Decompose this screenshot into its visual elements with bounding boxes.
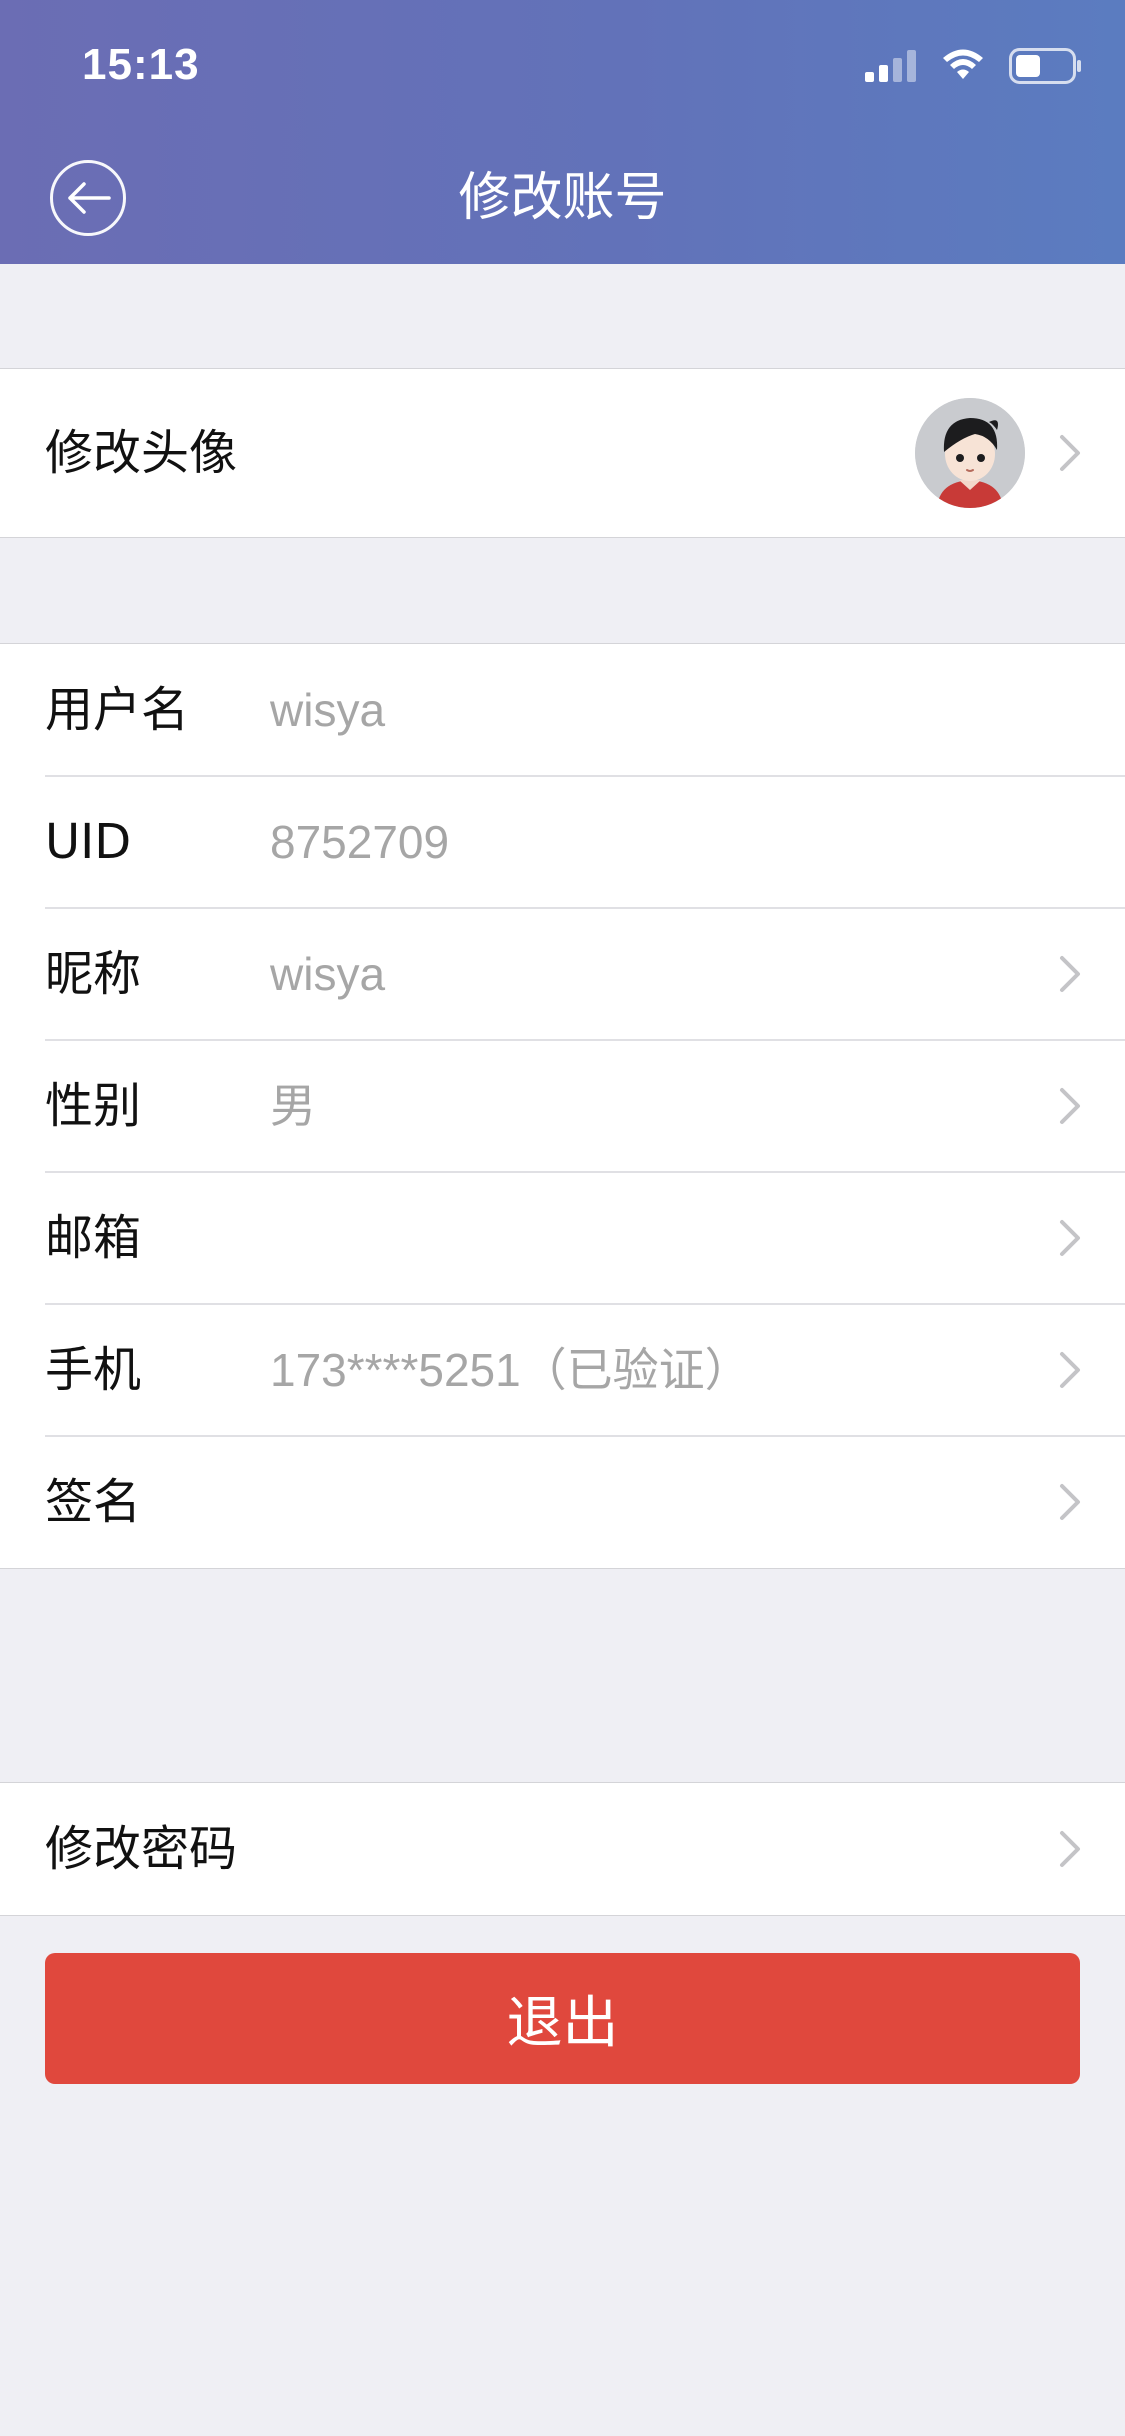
password-section: 修改密码 bbox=[0, 1782, 1125, 1916]
phone-row[interactable]: 手机 173****5251（已验证） bbox=[0, 1303, 1125, 1436]
uid-row: UID 8752709 bbox=[0, 775, 1125, 908]
chevron-right-icon bbox=[1060, 1831, 1080, 1867]
phone-value: 173****5251（已验证） bbox=[270, 1344, 751, 1396]
gender-label: 性别 bbox=[45, 1078, 142, 1134]
change-password-row[interactable]: 修改密码 bbox=[0, 1783, 1125, 1915]
signature-row[interactable]: 签名 bbox=[0, 1435, 1125, 1568]
chevron-right-icon bbox=[1060, 956, 1080, 992]
email-row[interactable]: 邮箱 bbox=[0, 1171, 1125, 1304]
nickname-value: wisya bbox=[270, 948, 386, 1000]
chevron-right-icon bbox=[1060, 1220, 1080, 1256]
chevron-right-icon bbox=[1060, 435, 1080, 471]
status-icons bbox=[865, 46, 1083, 86]
battery-icon bbox=[1009, 48, 1081, 84]
edit-avatar-row[interactable]: 修改头像 bbox=[0, 369, 1125, 537]
username-row: 用户名 wisya bbox=[0, 644, 1125, 776]
phone-label: 手机 bbox=[45, 1342, 142, 1398]
change-password-label: 修改密码 bbox=[45, 1821, 238, 1877]
gender-row[interactable]: 性别 男 bbox=[0, 1039, 1125, 1172]
email-label: 邮箱 bbox=[45, 1210, 142, 1266]
status-time: 15:13 bbox=[82, 40, 200, 89]
chevron-right-icon bbox=[1060, 1088, 1080, 1124]
page-title: 修改账号 bbox=[458, 168, 667, 228]
username-label: 用户名 bbox=[45, 682, 190, 738]
avatar[interactable] bbox=[915, 398, 1025, 508]
wifi-icon bbox=[943, 49, 983, 79]
nickname-label: 昵称 bbox=[45, 946, 142, 1002]
username-value: wisya bbox=[270, 684, 386, 736]
profile-section: 用户名 wisya UID 8752709 昵称 wisya 性别 男 邮箱 手… bbox=[0, 643, 1125, 1569]
uid-label: UID bbox=[45, 814, 132, 870]
nickname-row[interactable]: 昵称 wisya bbox=[0, 907, 1125, 1040]
signal-icon bbox=[865, 50, 916, 82]
chevron-right-icon bbox=[1060, 1484, 1080, 1520]
signature-label: 签名 bbox=[45, 1474, 142, 1530]
uid-value: 8752709 bbox=[270, 816, 450, 868]
navigation-header: 15:13 修改账号 bbox=[0, 0, 1125, 264]
gender-value: 男 bbox=[270, 1080, 316, 1132]
avatar-section: 修改头像 bbox=[0, 368, 1125, 538]
chevron-right-icon bbox=[1060, 1352, 1080, 1388]
logout-button[interactable]: 退出 bbox=[45, 1953, 1080, 2084]
edit-avatar-label: 修改头像 bbox=[45, 425, 238, 481]
